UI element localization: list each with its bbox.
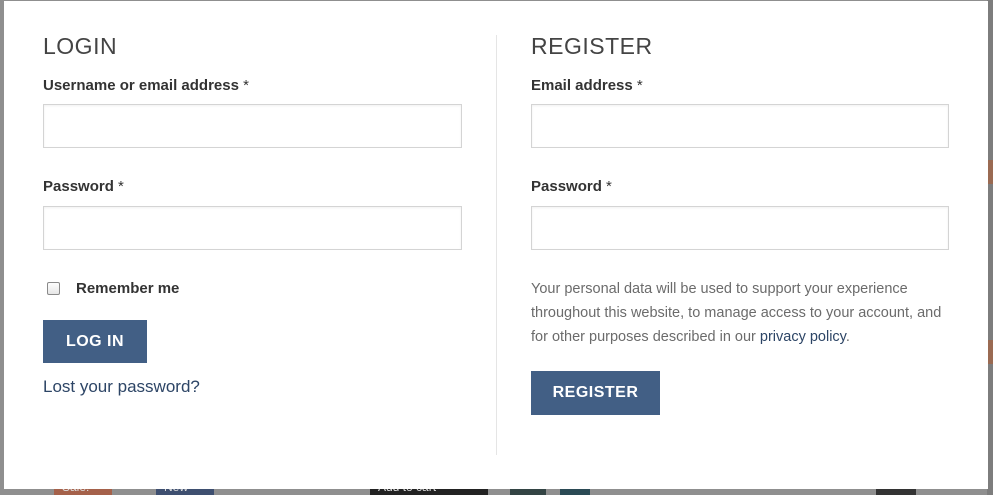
- privacy-notice: Your personal data will be used to suppo…: [531, 277, 949, 349]
- column-divider: [496, 35, 497, 455]
- register-title: REGISTER: [531, 33, 653, 59]
- privacy-notice-suffix: .: [845, 329, 850, 345]
- register-button[interactable]: REGISTER: [531, 371, 660, 415]
- username-input[interactable]: [43, 104, 462, 148]
- privacy-policy-link[interactable]: privacy policy: [760, 329, 846, 345]
- login-password-label: Password *: [43, 178, 124, 195]
- username-label: Username or email address *: [43, 77, 249, 94]
- remember-me-checkbox[interactable]: [47, 282, 60, 295]
- required-mark: *: [636, 77, 643, 94]
- login-button[interactable]: LOG IN: [43, 320, 147, 363]
- login-password-input[interactable]: [43, 206, 462, 250]
- register-password-input[interactable]: [531, 206, 949, 250]
- required-mark: *: [118, 178, 124, 195]
- login-title: LOGIN: [43, 33, 118, 59]
- login-register-modal: LOGIN Username or email address * Passwo…: [4, 1, 988, 489]
- login-password-label-text: Password: [43, 178, 114, 195]
- register-email-input[interactable]: [531, 104, 949, 148]
- email-label-text: Email address: [531, 77, 633, 94]
- required-mark: *: [606, 178, 612, 195]
- privacy-notice-text: Your personal data will be used to suppo…: [531, 281, 942, 345]
- register-password-label: Password *: [531, 178, 612, 195]
- required-mark: *: [243, 77, 249, 94]
- lost-password-link[interactable]: Lost your password?: [43, 377, 200, 397]
- register-password-label-text: Password: [531, 178, 602, 195]
- email-label: Email address *: [531, 77, 643, 94]
- remember-me-label[interactable]: Remember me: [76, 280, 179, 297]
- remember-me-row[interactable]: Remember me: [47, 280, 179, 297]
- username-label-text: Username or email address: [43, 77, 239, 94]
